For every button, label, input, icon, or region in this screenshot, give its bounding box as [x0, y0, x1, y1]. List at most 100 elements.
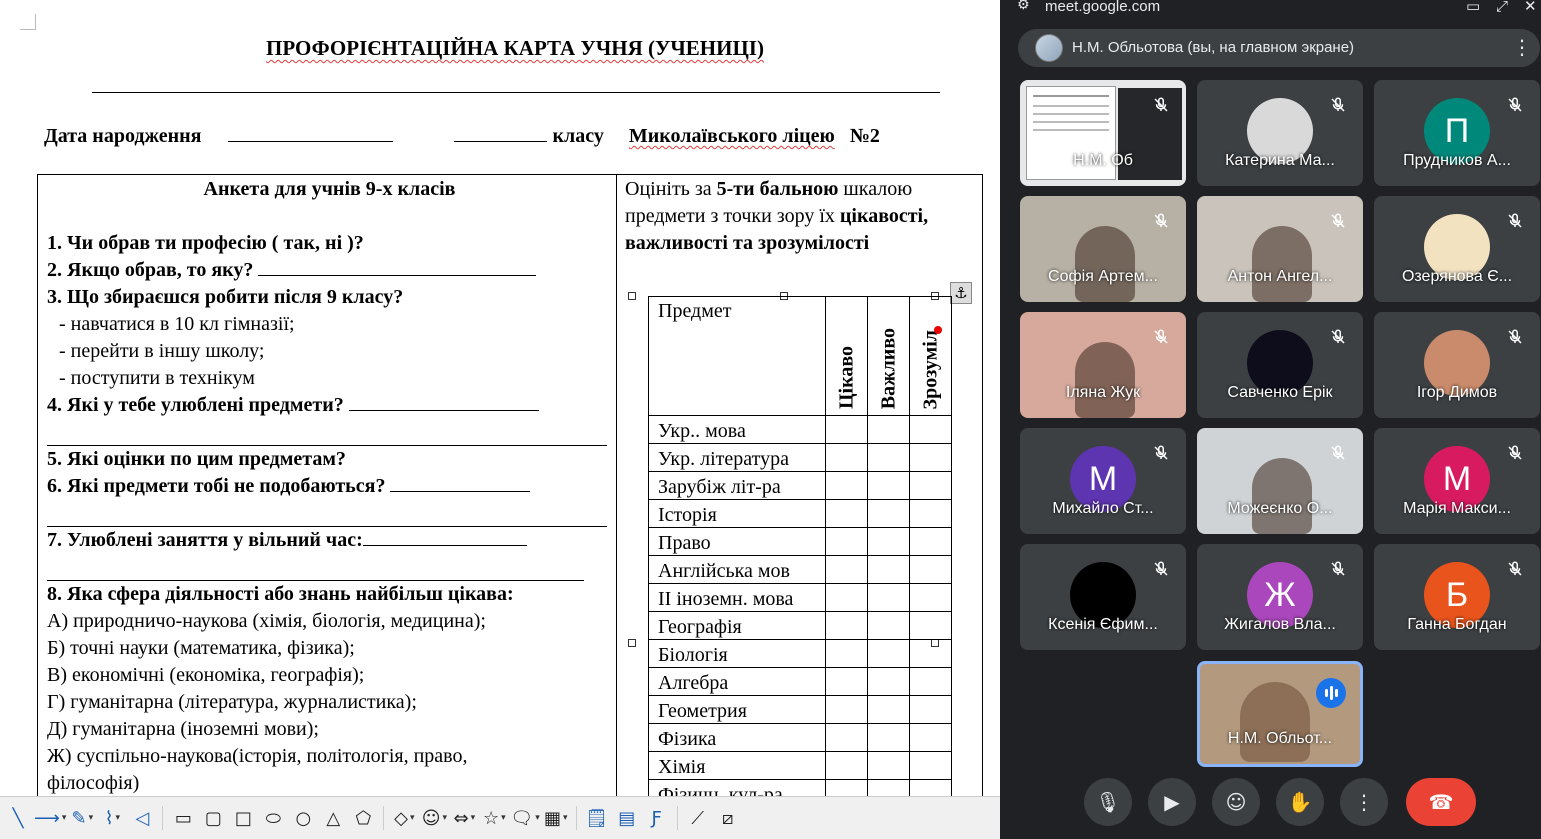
subject-name[interactable]: Хімія — [648, 751, 826, 780]
subject-name[interactable]: Право — [648, 527, 826, 556]
rating-understandable-cell[interactable] — [909, 751, 952, 780]
rating-understandable-cell[interactable] — [909, 583, 952, 612]
rating-important-cell[interactable] — [867, 555, 910, 584]
rating-important-cell[interactable] — [867, 695, 910, 724]
rating-understandable-cell[interactable] — [909, 527, 952, 556]
subject-name[interactable]: Геометрия — [648, 695, 826, 724]
subject-name[interactable]: ІІ іноземн. мова — [648, 583, 826, 612]
participant-tile[interactable]: Катерина Ма... — [1197, 80, 1363, 186]
site-settings-icon[interactable]: ⚙ — [1017, 0, 1030, 13]
rating-understandable-cell[interactable] — [909, 639, 952, 668]
rating-important-cell[interactable] — [867, 583, 910, 612]
callouts-icon[interactable]: 🗨 ▾ — [510, 803, 539, 833]
rating-important-cell[interactable] — [867, 779, 910, 796]
subject-rating-table[interactable]: Предмет Цікаво Важливо Зрозуміл Укр.. мо… — [648, 296, 952, 796]
rating-important-cell[interactable] — [867, 415, 910, 444]
end-call-button[interactable]: ☎ — [1406, 778, 1476, 826]
subject-name[interactable]: Фізичн. кул-ра — [648, 779, 826, 796]
connector-icon[interactable]: ⌇ ▾ — [98, 803, 126, 833]
rating-important-cell[interactable] — [867, 723, 910, 752]
self-video-tile[interactable]: Н.М. Обльот... — [1197, 661, 1363, 767]
more-options-button[interactable]: ⋮ — [1340, 778, 1388, 826]
participant-tile[interactable]: Савченко Ерік — [1197, 312, 1363, 418]
selection-handle[interactable] — [628, 639, 636, 647]
selection-handle[interactable] — [628, 292, 636, 300]
anchor-icon[interactable]: ⚓ — [950, 282, 972, 304]
rating-understandable-cell[interactable] — [909, 723, 952, 752]
rating-understandable-cell[interactable] — [909, 499, 952, 528]
picture-in-picture-icon[interactable]: ▭ — [1466, 0, 1480, 15]
rating-interesting-cell[interactable] — [825, 443, 868, 472]
subject-name[interactable]: Зарубіж літ-ра — [648, 471, 826, 500]
rating-understandable-cell[interactable] — [909, 667, 952, 696]
rating-interesting-cell[interactable] — [825, 611, 868, 640]
rating-important-cell[interactable] — [867, 611, 910, 640]
participant-tile[interactable]: Озерянова Є... — [1374, 196, 1540, 302]
subject-name[interactable]: Географія — [648, 611, 826, 640]
rating-understandable-cell[interactable] — [909, 443, 952, 472]
rating-important-cell[interactable] — [867, 443, 910, 472]
rating-important-cell[interactable] — [867, 527, 910, 556]
curve-tool-icon[interactable]: ✎ ▾ — [68, 803, 96, 833]
symbol-shapes-icon[interactable]: ☺ ▾ — [420, 803, 448, 833]
rating-important-cell[interactable] — [867, 751, 910, 780]
rating-interesting-cell[interactable] — [825, 415, 868, 444]
subject-name[interactable]: Англійська мов — [648, 555, 826, 584]
subject-name[interactable]: Біологія — [648, 639, 826, 668]
presenter-banner[interactable]: Н.М. Обльотова (вы, на главном экране) ⋮ — [1018, 29, 1540, 67]
participant-tile[interactable]: Іляна Жук — [1020, 312, 1186, 418]
participant-tile[interactable]: Ксенія Єфим... — [1020, 544, 1186, 650]
document-page[interactable]: ПРОФОРІЄНТАЦІЙНА КАРТА УЧНЯ (УЧЕНИЦІ) Да… — [0, 0, 1000, 796]
rating-understandable-cell[interactable] — [909, 415, 952, 444]
rating-understandable-cell[interactable] — [909, 779, 952, 796]
participant-tile[interactable]: Б Ганна Богдан — [1374, 544, 1540, 650]
rating-interesting-cell[interactable] — [825, 555, 868, 584]
rating-understandable-cell[interactable] — [909, 611, 952, 640]
rating-interesting-cell[interactable] — [825, 639, 868, 668]
toggle-extrusion-icon[interactable]: ⧄ — [714, 803, 742, 833]
participant-tile[interactable]: М Михайло Ст... — [1020, 428, 1186, 534]
subject-name[interactable]: Алгебра — [648, 667, 826, 696]
circle-icon[interactable]: ○ — [289, 803, 317, 833]
subject-name[interactable]: Історія — [648, 499, 826, 528]
rating-important-cell[interactable] — [867, 667, 910, 696]
comment-icon[interactable]: 🗒 — [583, 803, 611, 833]
subject-name[interactable]: Укр.. мова — [648, 415, 826, 444]
mic-button[interactable]: 🎙 — [1084, 778, 1132, 826]
rating-interesting-cell[interactable] — [825, 723, 868, 752]
rating-interesting-cell[interactable] — [825, 499, 868, 528]
pentagon-icon[interactable]: ⬠ — [349, 803, 377, 833]
rating-important-cell[interactable] — [867, 639, 910, 668]
triangle-icon[interactable]: △ — [319, 803, 347, 833]
rating-interesting-cell[interactable] — [825, 583, 868, 612]
rating-interesting-cell[interactable] — [825, 751, 868, 780]
rating-important-cell[interactable] — [867, 499, 910, 528]
participant-tile[interactable]: Софія Артем... — [1020, 196, 1186, 302]
basic-shapes-icon[interactable]: ◇ ▾ — [390, 803, 418, 833]
fontwork-icon[interactable]: Ƒ — [643, 803, 671, 833]
rating-interesting-cell[interactable] — [825, 471, 868, 500]
text-box-icon[interactable]: ▤ — [613, 803, 641, 833]
rating-interesting-cell[interactable] — [825, 667, 868, 696]
rating-understandable-cell[interactable] — [909, 555, 952, 584]
stars-icon[interactable]: ☆ ▾ — [480, 803, 508, 833]
participant-tile[interactable]: Антон Ангел... — [1197, 196, 1363, 302]
participant-tile[interactable]: Можеєнко О... — [1197, 428, 1363, 534]
screen-share-tile[interactable]: Н.М. Об — [1020, 80, 1186, 186]
rating-understandable-cell[interactable] — [909, 471, 952, 500]
points-icon[interactable]: ⟋ — [684, 803, 712, 833]
rating-interesting-cell[interactable] — [825, 779, 868, 796]
participant-tile[interactable]: Ж Жигалов Вла... — [1197, 544, 1363, 650]
rounded-rectangle-icon[interactable]: ▢ — [199, 803, 227, 833]
raise-hand-button[interactable]: ✋ — [1276, 778, 1324, 826]
participant-tile[interactable]: П Прудников А... — [1374, 80, 1540, 186]
block-arrows-icon[interactable]: ⇔ ▾ — [450, 803, 478, 833]
subject-name[interactable]: Фізика — [648, 723, 826, 752]
flowchart-icon[interactable]: ▦ ▾ — [542, 803, 570, 833]
subject-name[interactable]: Укр. література — [648, 443, 826, 472]
camera-button[interactable]: ▶ — [1148, 778, 1196, 826]
close-icon[interactable]: ✕ — [1524, 0, 1537, 15]
square-icon[interactable]: □ — [229, 803, 257, 833]
fullscreen-icon[interactable]: ⤢ — [1496, 0, 1508, 15]
rating-interesting-cell[interactable] — [825, 527, 868, 556]
